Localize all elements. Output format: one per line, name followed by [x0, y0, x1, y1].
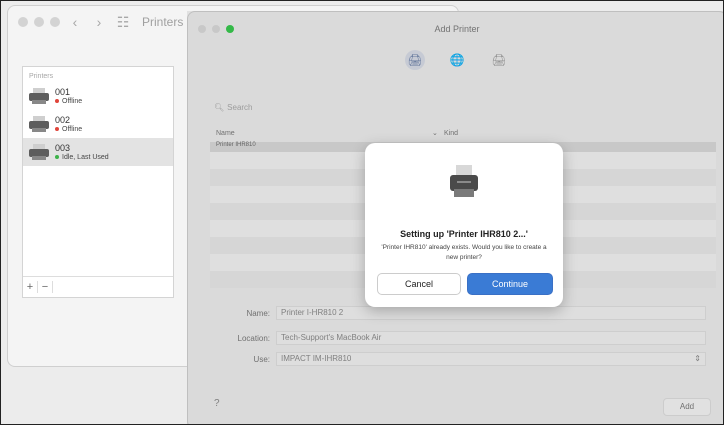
setup-alert-dialog: Setting up 'Printer IHR810 2...' 'Printe…	[365, 143, 563, 307]
printer-icon	[29, 144, 49, 160]
minimize-button[interactable]	[34, 17, 44, 27]
printer-name: 001	[55, 86, 71, 97]
printer-item-002[interactable]: 002 Offline	[23, 110, 173, 138]
printer-list: Printers 001 Offline 002 Offline 003 Idl…	[22, 66, 174, 298]
cancel-button[interactable]: Cancel	[377, 273, 461, 295]
printer-name: 002	[55, 114, 71, 125]
zoom-button[interactable]	[50, 17, 60, 27]
alert-title: Setting up 'Printer IHR810 2...'	[400, 229, 528, 239]
close-button[interactable]	[18, 17, 28, 27]
back-icon[interactable]: ‹	[66, 14, 84, 30]
continue-button[interactable]: Continue	[467, 273, 553, 295]
status-dot-icon	[55, 154, 59, 159]
printer-status: Offline	[62, 125, 83, 133]
add-printer-button[interactable]: +	[23, 281, 38, 293]
status-dot-icon	[55, 98, 59, 103]
screenshot-frame: ‹ › ☷ Printers Printers 001 Offline 002 …	[0, 0, 724, 425]
printer-status: Idle, Last Used	[62, 153, 109, 161]
printer-item-001[interactable]: 001 Offline	[23, 82, 173, 110]
window-title: Printers	[142, 15, 184, 29]
remove-printer-button[interactable]: −	[38, 281, 53, 293]
printer-list-header: Printers	[29, 73, 54, 80]
printer-icon	[29, 116, 49, 132]
printer-item-003[interactable]: 003 Idle, Last Used	[23, 138, 173, 166]
printer-status: Offline	[62, 97, 83, 105]
alert-message: 'Printer IHR810' already exists. Would y…	[381, 244, 547, 261]
forward-icon[interactable]: ›	[90, 14, 108, 30]
printer-name: 003	[55, 142, 71, 153]
printer-icon	[444, 161, 484, 201]
grid-icon[interactable]: ☷	[114, 14, 132, 31]
add-remove-bar: + −	[23, 276, 173, 297]
printer-icon	[29, 88, 49, 104]
status-dot-icon	[55, 126, 59, 131]
